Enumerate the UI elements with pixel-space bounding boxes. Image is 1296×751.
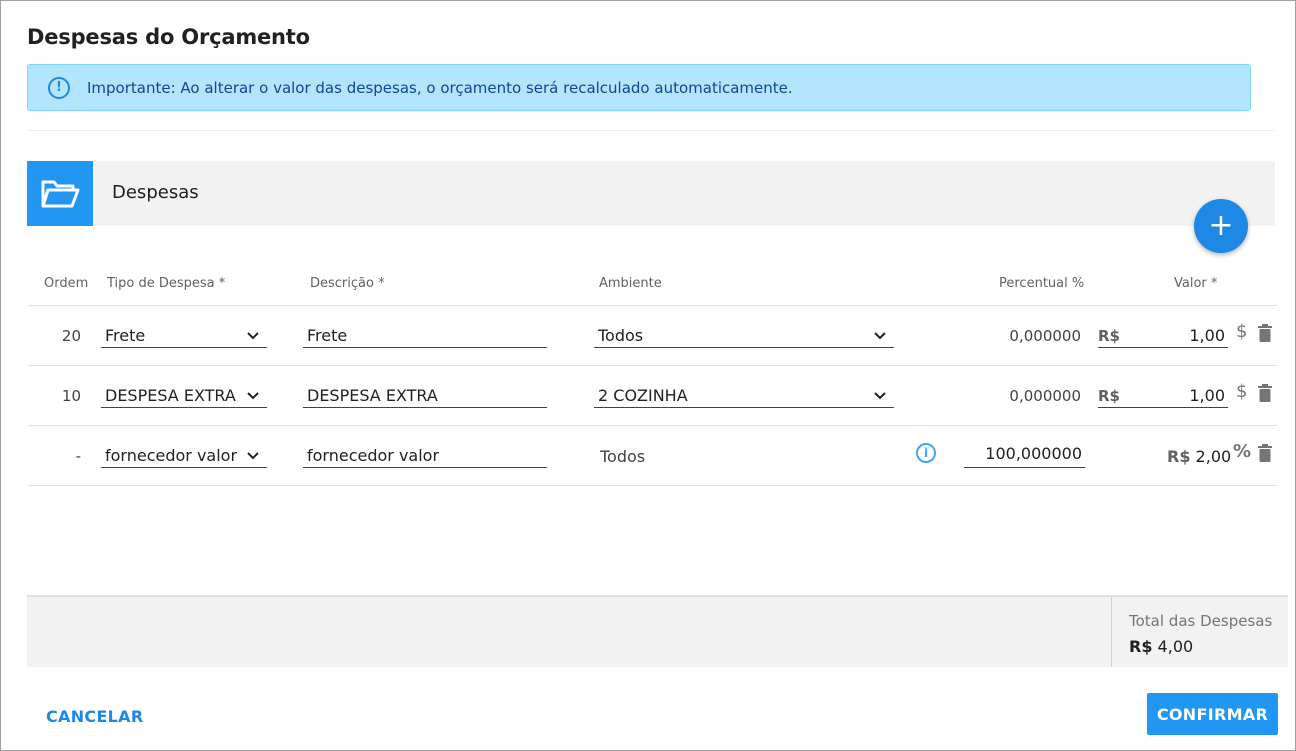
- expense-type-select[interactable]: fornecedor valor: [101, 444, 267, 468]
- row-divider: [28, 425, 1277, 426]
- header-value: Valor *: [1174, 276, 1218, 291]
- header-environment: Ambiente: [599, 276, 662, 291]
- info-alert: ! Importante: Ao alterar o valor das des…: [27, 64, 1251, 111]
- section-title: Despesas: [112, 182, 199, 203]
- chevron-down-icon: [247, 332, 259, 340]
- percent-toggle-icon[interactable]: %: [1233, 443, 1251, 461]
- row-divider: [28, 365, 1277, 366]
- percent-value: 0,000000: [1009, 327, 1081, 345]
- description-input[interactable]: Frete: [303, 324, 547, 348]
- total-value: 4,00: [1157, 637, 1194, 656]
- dollar-toggle-icon[interactable]: $: [1236, 383, 1247, 401]
- totals-divider: [1111, 597, 1112, 667]
- chevron-down-icon: [874, 392, 886, 400]
- currency-label: R$: [1167, 447, 1191, 466]
- header-type: Tipo de Despesa *: [107, 276, 226, 291]
- percent-value: 0,000000: [1009, 387, 1081, 405]
- description-input[interactable]: fornecedor valor: [303, 444, 547, 468]
- chevron-down-icon: [247, 452, 259, 460]
- row-order: 20: [61, 327, 81, 345]
- total-amount: R$ 4,00: [1129, 637, 1193, 656]
- trash-icon[interactable]: [1258, 444, 1272, 462]
- expense-type-select[interactable]: Frete: [101, 324, 267, 348]
- dialog-title: Despesas do Orçamento: [27, 25, 310, 49]
- header-order: Ordem: [44, 276, 89, 291]
- environment-text: Todos: [600, 447, 646, 466]
- confirm-button[interactable]: CONFIRMAR: [1147, 693, 1278, 735]
- dollar-toggle-icon[interactable]: $: [1236, 323, 1247, 341]
- environment-select[interactable]: 2 COZINHA: [594, 384, 894, 408]
- value-input[interactable]: R$ 1,00: [1098, 324, 1228, 348]
- currency-label: R$: [1098, 326, 1120, 345]
- row-divider: [28, 485, 1277, 486]
- expense-type-value: fornecedor valor: [105, 446, 238, 465]
- environment-value: Todos: [598, 326, 644, 345]
- percent-input[interactable]: 100,000000: [964, 444, 1085, 468]
- info-icon[interactable]: i: [916, 443, 936, 463]
- row-divider: [28, 305, 1277, 306]
- value-input[interactable]: R$ 1,00: [1098, 384, 1228, 408]
- currency-label: R$: [1098, 386, 1120, 405]
- row-order: -: [75, 447, 81, 465]
- description-input[interactable]: DESPESA EXTRA: [303, 384, 547, 408]
- row-total: R$ 2,00: [1167, 447, 1231, 466]
- value-amount: 2,00: [1195, 447, 1232, 466]
- totals-bar: Total das Despesas R$ 4,00: [27, 595, 1288, 667]
- header-description: Descrição *: [310, 276, 385, 291]
- chevron-down-icon: [874, 332, 886, 340]
- expenses-dialog: Despesas do Orçamento ! Importante: Ao a…: [0, 0, 1296, 751]
- chevron-down-icon: [247, 392, 259, 400]
- expense-type-value: Frete: [105, 326, 146, 345]
- total-currency: R$: [1129, 637, 1153, 656]
- value-amount: 1,00: [1189, 326, 1225, 345]
- expense-type-value: DESPESA EXTRA: [105, 386, 236, 405]
- value-amount: 1,00: [1189, 386, 1225, 405]
- alert-text: Importante: Ao alterar o valor das despe…: [87, 78, 793, 97]
- environment-value: 2 COZINHA: [598, 386, 688, 405]
- section-header: Despesas: [27, 161, 1275, 226]
- divider: [27, 130, 1275, 131]
- folder-open-icon: [27, 161, 93, 226]
- trash-icon[interactable]: [1258, 324, 1272, 342]
- add-expense-button[interactable]: +: [1194, 199, 1248, 253]
- row-order: 10: [61, 387, 81, 405]
- total-label: Total das Despesas: [1129, 612, 1273, 630]
- environment-select[interactable]: Todos: [594, 324, 894, 348]
- cancel-button[interactable]: CANCELAR: [46, 707, 144, 726]
- expense-type-select[interactable]: DESPESA EXTRA: [101, 384, 267, 408]
- header-percent: Percentual %: [999, 276, 1085, 291]
- trash-icon[interactable]: [1258, 384, 1272, 402]
- alert-info-icon: !: [48, 76, 70, 99]
